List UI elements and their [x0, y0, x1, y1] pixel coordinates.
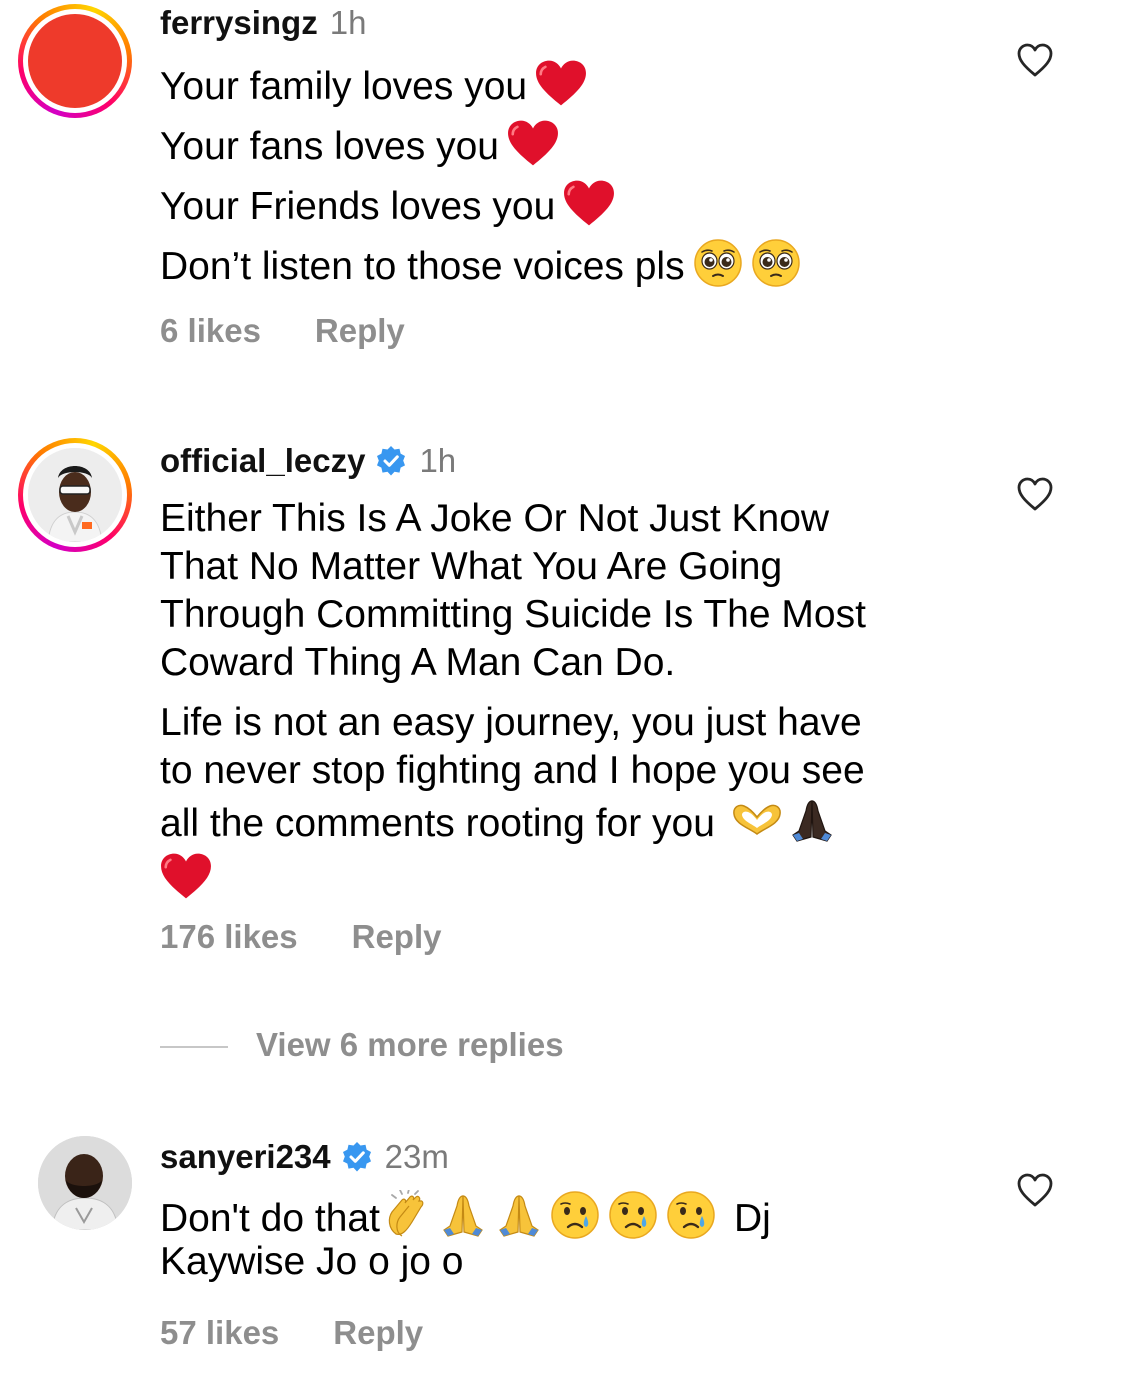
heart-hands-emoji	[729, 800, 785, 840]
comment-line: That No Matter What You Are Going	[160, 545, 783, 588]
timestamp: 23m	[384, 1138, 449, 1175]
red-heart-emoji	[160, 851, 212, 901]
comment-line: Through Committing Suicide Is The Most	[160, 593, 866, 636]
profile-photo	[38, 1136, 132, 1230]
folded-hands-emoji	[494, 1190, 544, 1240]
comment-item: official_leczy 1h Either This Is A Joke O…	[0, 0, 1125, 1080]
timestamp: 1h	[419, 442, 457, 479]
folded-hands-emoji	[787, 795, 837, 845]
likes-count[interactable]: 176 likes	[160, 918, 298, 955]
comment-header: sanyeri234 23m	[160, 1137, 449, 1177]
likes-count[interactable]: 57 likes	[160, 1314, 279, 1351]
view-more-label: View 6 more replies	[256, 1026, 564, 1063]
folded-hands-emoji	[438, 1190, 488, 1240]
comment-line: all the comments rooting for you	[160, 795, 980, 845]
comment-text: Don't do that Dj Kaywise Jo o jo o	[160, 1190, 980, 1286]
avatar[interactable]	[38, 1136, 132, 1230]
crying-face-emoji	[608, 1190, 658, 1240]
comment-text: Either This Is A Joke Or Not Just Know T…	[160, 495, 980, 903]
clapping-hands-emoji	[382, 1190, 432, 1240]
heart-outline-icon[interactable]	[1016, 476, 1054, 512]
comment-line: Life is not an easy journey, you just ha…	[160, 701, 862, 744]
username[interactable]: official_leczy	[160, 442, 365, 479]
text: all the comments rooting for you	[160, 802, 715, 845]
comment-line: Coward Thing A Man Can Do.	[160, 641, 676, 684]
reply-button[interactable]: Reply	[352, 918, 442, 955]
divider	[160, 1046, 228, 1049]
heart-outline-icon[interactable]	[1016, 1172, 1054, 1208]
comment-line	[160, 843, 980, 903]
verified-badge-icon	[341, 1141, 373, 1173]
profile-photo	[28, 448, 122, 542]
comment-meta: 176 likes Reply	[160, 918, 442, 956]
text: Don't do that	[160, 1197, 380, 1240]
comment-header: official_leczy 1h	[160, 441, 456, 481]
verified-badge-icon	[375, 445, 407, 477]
comment-line: Either This Is A Joke Or Not Just Know	[160, 497, 830, 540]
avatar-image	[28, 448, 122, 542]
username[interactable]: sanyeri234	[160, 1138, 331, 1175]
comment-meta: 57 likes Reply	[160, 1314, 423, 1352]
avatar[interactable]	[18, 438, 132, 552]
comment-line: to never stop fighting and I hope you se…	[160, 749, 865, 792]
crying-face-emoji	[550, 1190, 600, 1240]
text: Dj	[733, 1197, 771, 1240]
comment-item: sanyeri234 23m Don't do that Dj Kaywise Jo…	[0, 1100, 1125, 1389]
comment-line: Kaywise Jo o jo o	[160, 1240, 464, 1283]
crying-face-emoji	[666, 1190, 716, 1240]
reply-button[interactable]: Reply	[333, 1314, 423, 1351]
comment-line: Don't do that Dj	[160, 1190, 980, 1240]
view-more-replies-button[interactable]: View 6 more replies	[160, 1026, 564, 1066]
